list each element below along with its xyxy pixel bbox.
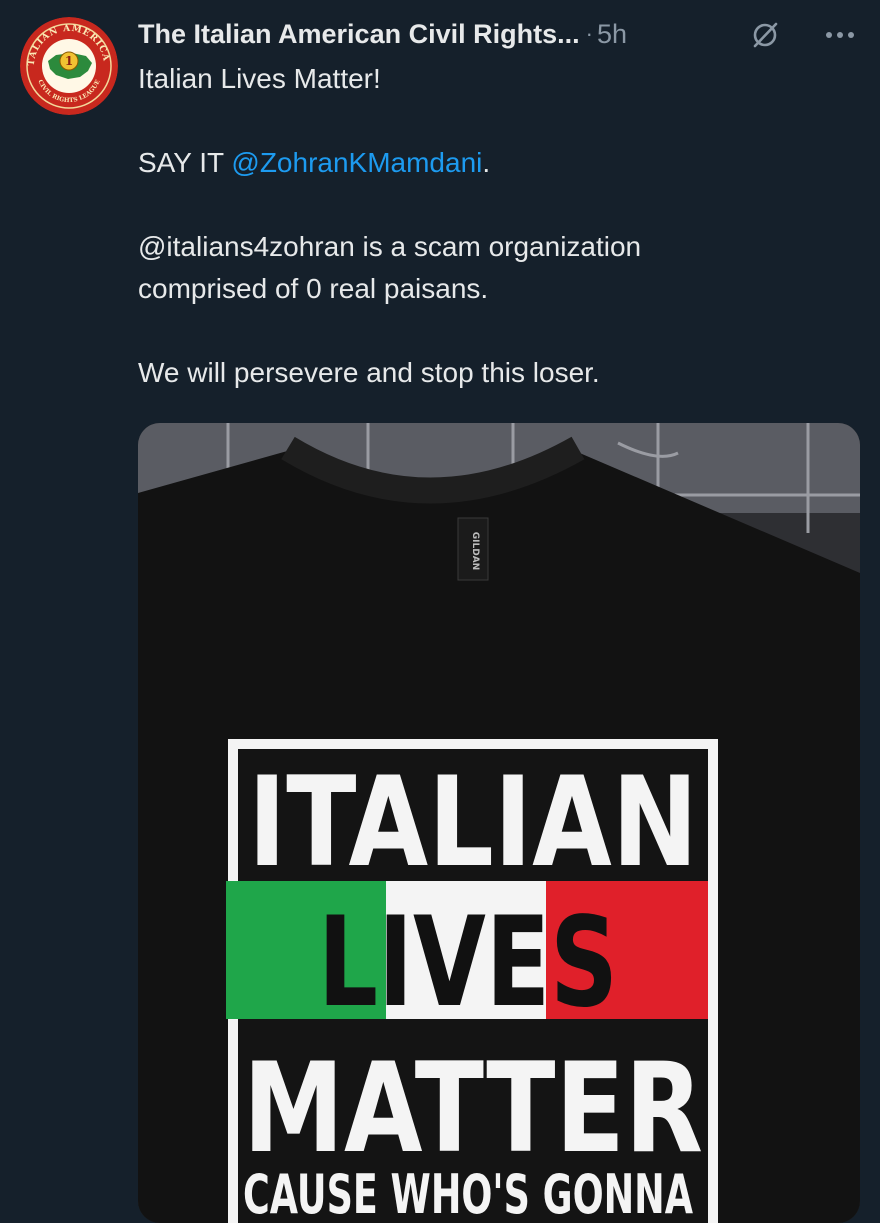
author-name[interactable]: The Italian American Civil Rights... [138,19,580,50]
post-media-image[interactable]: GILDAN ITALIAN LIVES MATTER CAUSE WHO'S … [138,423,860,1223]
svg-text:1: 1 [65,54,73,68]
post-timestamp[interactable]: 5h [597,19,627,50]
shirt-tag-text: GILDAN [470,532,480,570]
shirt-text-italian: ITALIAN [248,751,698,895]
mention-link-zohran[interactable]: @ZohranKMamdani [231,147,482,178]
post-text: Italian Lives Matter! SAY IT @ZohranKMam… [138,58,848,394]
post-line-2: SAY IT @ZohranKMamdani. [138,142,848,184]
meta-separator: · [585,21,593,46]
grok-icon[interactable] [750,20,780,50]
more-options-icon[interactable] [820,20,860,50]
shirt-text-matter: MATTER [243,1037,703,1181]
post-line-2-suffix: . [482,147,491,178]
shirt-text-cause: CAUSE WHO'S GONNA [243,1163,693,1223]
author-avatar[interactable]: ITALIAN AMERICAN CIVIL RIGHTS LEAGUE 1 [20,17,118,115]
post-line-1: Italian Lives Matter! [138,63,381,94]
post-line-3: @italians4zohran is a scam organization [138,231,642,262]
post-line-2-prefix: SAY IT [138,147,232,178]
post-header: The Italian American Civil Rights... · 5… [138,14,860,54]
post-line-4: comprised of 0 real paisans. [138,273,489,304]
post-line-5: We will persevere and stop this loser. [138,357,600,388]
shirt-text-lives: LIVES [318,891,618,1035]
